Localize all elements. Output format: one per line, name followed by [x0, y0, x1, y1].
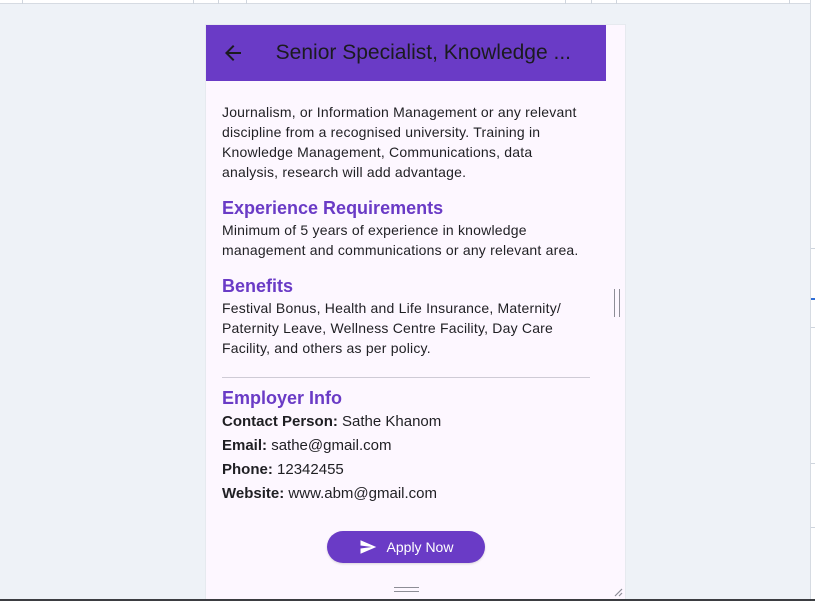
drag-handle[interactable]	[394, 587, 419, 592]
education-partial-text: Journalism, or Information Management or…	[222, 104, 577, 180]
right-edge-mark	[811, 327, 815, 328]
website-label: Website:	[222, 485, 285, 502]
right-edge-mark	[811, 527, 815, 528]
email-label: Email:	[222, 437, 268, 454]
employer-email: Email: sathe@gmail.com	[222, 434, 590, 458]
arrow-left-icon	[224, 45, 241, 61]
page-title: Senior Specialist, Knowledge ...	[275, 41, 572, 64]
experience-text: Minimum of 5 years of experience in know…	[222, 222, 579, 258]
top-strip-tick	[616, 0, 617, 4]
top-strip	[0, 0, 815, 4]
benefits-section-title: Benefits	[222, 276, 294, 296]
employer-phone: Phone: 12342455	[222, 458, 590, 482]
job-details-content: Journalism, or Information Management or…	[222, 89, 590, 543]
app-bar: Senior Specialist, Knowledge ...	[206, 25, 606, 81]
resize-handle[interactable]	[611, 584, 623, 597]
right-edge-mark	[811, 248, 815, 249]
resize-grip-icon	[614, 588, 623, 597]
scrollbar-thumb[interactable]	[614, 289, 620, 317]
employer-section-title: Employer Info	[222, 388, 343, 408]
email-value: sathe@gmail.com	[271, 437, 392, 454]
contact-value: Sathe Khanom	[342, 413, 442, 430]
job-details-screen: Senior Specialist, Knowledge ... Journal…	[206, 25, 625, 599]
right-edge	[810, 0, 815, 601]
back-button[interactable]	[206, 25, 260, 81]
top-strip-tick	[218, 0, 219, 4]
apply-now-button[interactable]: Apply Now	[327, 531, 485, 563]
contact-label: Contact Person:	[222, 413, 338, 430]
right-edge-mark	[811, 463, 815, 464]
top-strip-tick	[246, 0, 247, 4]
benefits-text: Festival Bonus, Health and Life Insuranc…	[222, 300, 561, 356]
employer-website: Website: www.abm@gmail.com	[222, 482, 590, 506]
top-strip-tick	[789, 0, 790, 4]
phone-label: Phone:	[222, 461, 273, 478]
top-strip-tick	[565, 0, 566, 4]
top-strip-tick	[591, 0, 592, 4]
phone-value: 12342455	[277, 461, 344, 478]
employer-contact: Contact Person: Sathe Khanom	[222, 410, 590, 434]
right-edge-mark	[811, 298, 815, 300]
send-icon	[360, 540, 376, 554]
apply-now-label: Apply Now	[386, 539, 454, 555]
top-strip-tick	[22, 0, 23, 4]
experience-section-title: Experience Requirements	[222, 198, 444, 218]
website-value: www.abm@gmail.com	[288, 485, 437, 502]
top-strip-tick	[193, 0, 194, 4]
